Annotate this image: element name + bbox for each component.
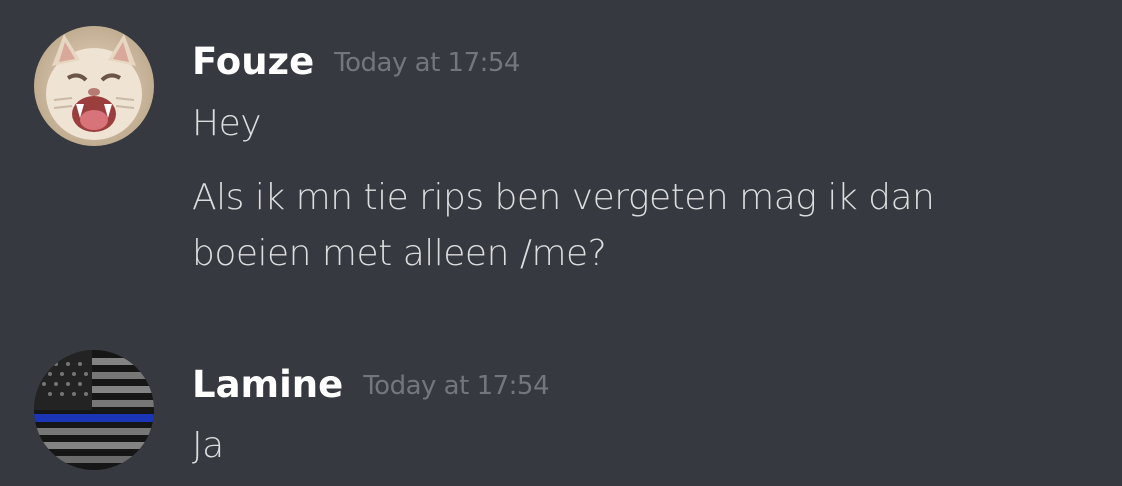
message-text: Hey	[192, 103, 262, 144]
timestamp: Today at 17:54	[363, 371, 549, 401]
message-text: Als ik mn tie rips ben vergeten mag ik d…	[192, 177, 935, 274]
message-text: Ja	[192, 425, 224, 466]
username[interactable]: Fouze	[192, 40, 314, 83]
message-header: Fouze Today at 17:54	[192, 43, 520, 80]
timestamp: Today at 17:54	[334, 48, 520, 78]
username[interactable]: Lamine	[192, 363, 343, 406]
cat-avatar-icon[interactable]	[34, 26, 154, 146]
message-header: Lamine Today at 17:54	[192, 366, 549, 403]
thin-blue-line-flag-avatar-icon[interactable]	[34, 350, 154, 470]
